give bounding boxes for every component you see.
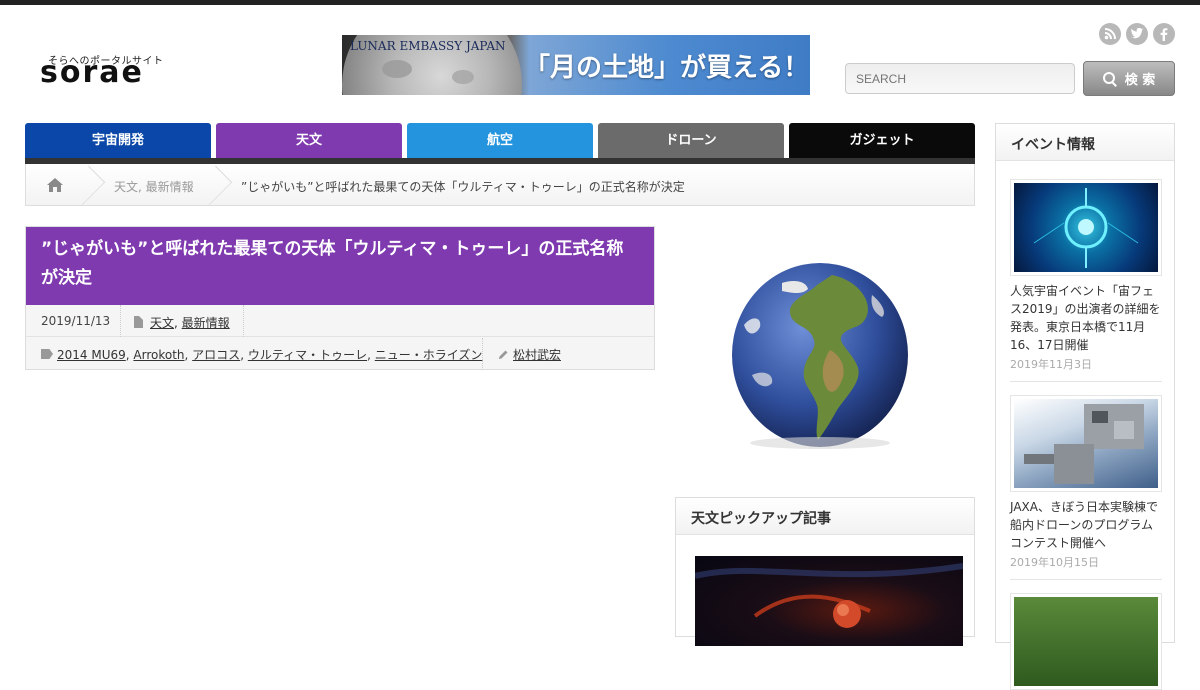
event-divider xyxy=(1010,381,1162,382)
banner-headline: 「月の土地」が買える！ xyxy=(524,53,810,83)
nav-item-drone[interactable]: ドローン xyxy=(598,123,784,158)
search-button[interactable]: 検 索 xyxy=(1083,61,1175,96)
article-author: 松村武宏 xyxy=(513,346,561,363)
sidebar-events: イベント情報 人気宇宙イベント「宙フェス2019」の出演者の詳細を発表。東京日本… xyxy=(995,123,1175,690)
category-link[interactable]: 天文 xyxy=(150,316,174,330)
event-thumbnail[interactable] xyxy=(1010,179,1162,276)
event-thumbnail[interactable] xyxy=(1010,593,1162,690)
article-meta: 2019/11/13 天文, 最新情報 xyxy=(26,305,654,337)
astronomy-pickup-widget: 天文ピックアップ記事 xyxy=(675,497,975,646)
search-icon xyxy=(1102,71,1117,86)
nav-item-gadget[interactable]: ガジェット xyxy=(789,123,975,158)
pickup-title: 天文ピックアップ記事 xyxy=(676,498,974,535)
top-bar xyxy=(0,0,1200,5)
event-thumbnail[interactable] xyxy=(1010,395,1162,492)
search-input[interactable] xyxy=(845,63,1075,94)
article-header: ”じゃがいも”と呼ばれた最果ての天体「ウルティマ・トゥーレ」の正式名称が決定 2… xyxy=(25,226,655,370)
banner-brand: LUNAR EMBASSY JAPAN xyxy=(350,39,506,53)
event-date: 2019年11月3日 xyxy=(1010,358,1092,371)
event-title[interactable]: JAXA、きぼう日本実験棟で船内ドローンのプログラムコンテスト開催へ xyxy=(1010,498,1162,552)
breadcrumb-separator xyxy=(211,164,225,206)
search-button-label: 検 索 xyxy=(1124,73,1156,88)
facebook-icon[interactable] xyxy=(1153,23,1175,45)
article-categories: 天文, 最新情報 xyxy=(150,316,230,330)
author-link[interactable]: 松村武宏 xyxy=(513,348,561,362)
tag-link[interactable]: 2014 MU69 xyxy=(57,348,126,362)
event-title[interactable]: 人気宇宙イベント「宙フェス2019」の出演者の詳細を発表。東京日本橋で11月16… xyxy=(1010,282,1162,354)
event-date: 2019年10月15日 xyxy=(1010,556,1099,569)
moon-crater xyxy=(382,60,412,78)
event-item[interactable] xyxy=(1010,593,1162,690)
pencil-icon xyxy=(499,350,508,359)
meta-divider xyxy=(482,338,483,370)
pickup-article-image[interactable] xyxy=(695,556,963,646)
rss-icon[interactable] xyxy=(1099,23,1121,45)
breadcrumb-category[interactable]: 天文, 最新情報 xyxy=(114,178,194,195)
tag-link[interactable]: ウルティマ・トゥーレ xyxy=(248,348,367,362)
event-item[interactable]: JAXA、きぼう日本実験棟で船内ドローンのプログラムコンテスト開催へ 2019年… xyxy=(1010,395,1162,570)
tag-link[interactable]: Arrokoth xyxy=(133,348,184,362)
article-tags-row: 2014 MU69, Arrokoth, アロコス, ウルティマ・トゥーレ, ニ… xyxy=(26,338,654,370)
meta-divider xyxy=(243,305,244,337)
meta-divider xyxy=(120,305,121,337)
home-icon[interactable] xyxy=(46,177,64,193)
nav-item-space-development[interactable]: 宇宙開発 xyxy=(25,123,211,158)
breadcrumb: 天文, 最新情報 ”じゃがいも”と呼ばれた最果ての天体「ウルティマ・トゥーレ」の… xyxy=(25,164,975,206)
tag-link[interactable]: ニュー・ホライズン xyxy=(375,348,483,362)
earth-globe-image[interactable] xyxy=(722,255,917,450)
article-title: ”じゃがいも”と呼ばれた最果ての天体「ウルティマ・トゥーレ」の正式名称が決定 xyxy=(26,227,654,305)
logo-wordmark: sorae xyxy=(40,55,144,90)
tag-link[interactable]: アロコス xyxy=(192,348,240,362)
event-divider xyxy=(1010,579,1162,580)
nav-item-aviation[interactable]: 航空 xyxy=(407,123,593,158)
article-tags: 2014 MU69, Arrokoth, アロコス, ウルティマ・トゥーレ, ニ… xyxy=(57,348,483,362)
moon-crater xyxy=(452,70,474,84)
sidebar-title: イベント情報 xyxy=(996,124,1174,161)
breadcrumb-current: ”じゃがいも”と呼ばれた最果ての天体「ウルティマ・トゥーレ」の正式名称が決定 xyxy=(241,180,685,194)
ad-banner[interactable]: LUNAR EMBASSY JAPAN 「月の土地」が買える！ xyxy=(342,35,810,95)
event-item[interactable]: 人気宇宙イベント「宙フェス2019」の出演者の詳細を発表。東京日本橋で11月16… xyxy=(1010,179,1162,372)
nav-item-astronomy[interactable]: 天文 xyxy=(216,123,402,158)
article-date: 2019/11/13 xyxy=(41,314,111,328)
document-icon xyxy=(134,316,143,328)
main-nav: 宇宙開発 天文 航空 ドローン ガジェット xyxy=(25,123,975,164)
site-logo[interactable]: そらへのポータルサイト sorae xyxy=(40,52,180,92)
category-link[interactable]: 最新情報 xyxy=(182,316,230,330)
tag-icon xyxy=(41,349,53,359)
twitter-icon[interactable] xyxy=(1126,23,1148,45)
breadcrumb-separator xyxy=(84,164,98,206)
